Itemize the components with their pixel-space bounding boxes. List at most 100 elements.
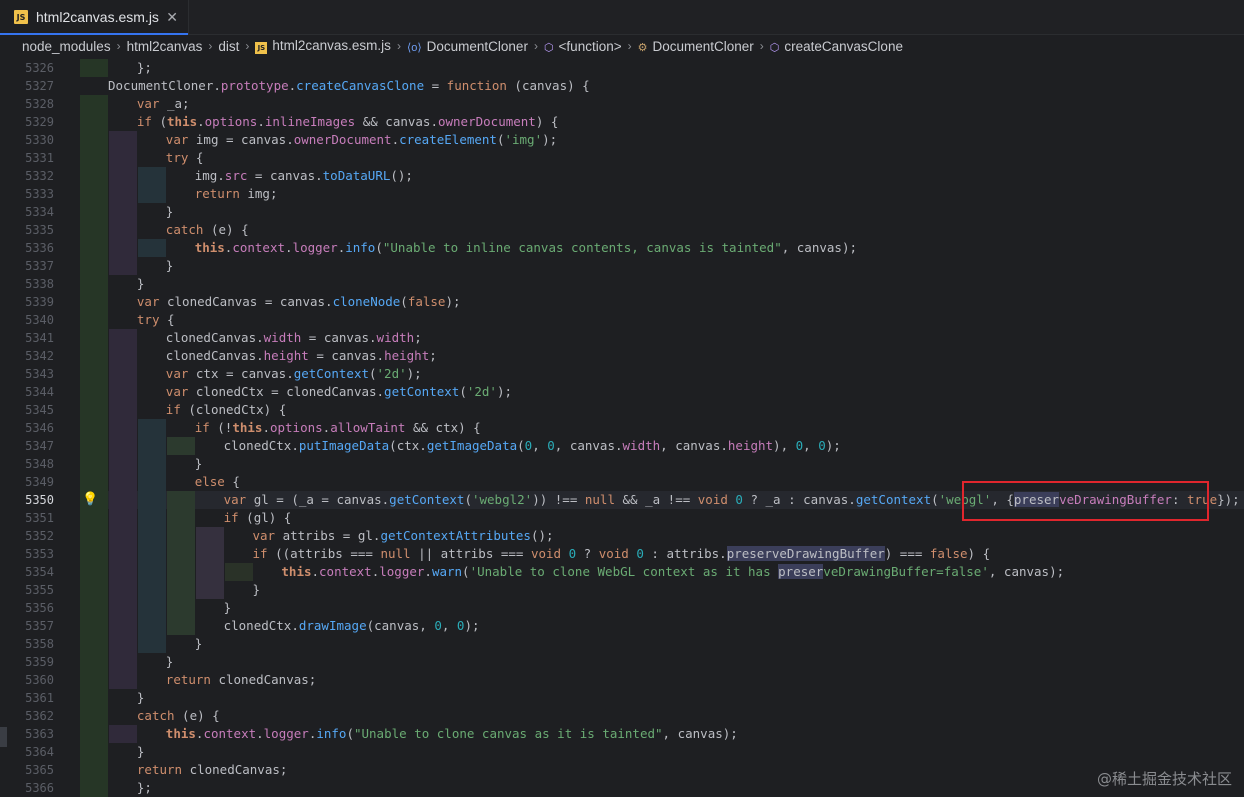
code-line[interactable]: 5343 var ctx = canvas.getContext('2d'); [0,365,1244,383]
code-token: veDrawingBuffer [1059,492,1172,507]
code-line[interactable]: 5359} [0,653,1244,671]
line-number: 5346 [25,421,54,435]
code-line[interactable]: 5360 return clonedCanvas; [0,671,1244,689]
lightbulb-icon[interactable]: 💡 [82,491,98,509]
indent-guide [166,599,195,617]
code-line[interactable]: 5357 clonedCtx.drawImage(canvas, 0, 0); [0,617,1244,635]
code-token: . [213,78,221,93]
line-number: 5345 [25,403,54,417]
tab-title: html2canvas.esm.js [36,9,159,25]
code-line[interactable]: 5346 if (!this.options.allowTaint && ctx)… [0,419,1244,437]
code-token: ); [496,384,513,399]
code-line[interactable]: 5337} [0,257,1244,275]
code-line[interactable]: 5328 var _a; [0,95,1244,113]
js-file-icon: JS [14,10,28,24]
indent-guide [80,473,108,491]
code-line[interactable]: 5347 clonedCtx.putImageData(ctx.getImageD… [0,437,1244,455]
code-line[interactable]: 5352 var attribs = gl.getContextAttribute… [0,527,1244,545]
code-text: var clonedCtx = clonedCanvas.getContext(… [166,383,512,401]
code-line[interactable]: 5350 💡 var gl = (_a = canvas.getContext('w… [0,491,1244,509]
code-line[interactable]: 5364} [0,743,1244,761]
breadcrumb-label: DocumentCloner [652,38,754,54]
indent-guide [108,221,137,239]
code-line[interactable]: 5353 if ((attribs === null || attribs ===… [0,545,1244,563]
code-line[interactable]: 5333 return img; [0,185,1244,203]
close-icon[interactable]: ✕ [166,9,178,26]
code-line[interactable]: 5335 catch (e) { [0,221,1244,239]
indent-guide [137,473,166,491]
indent-guide [80,329,108,347]
breadcrumb-item[interactable]: ⬡ createCanvasClone [770,39,903,54]
code-token: 'img' [504,132,543,147]
code-line[interactable]: 5338} [0,275,1244,293]
code-token: allowTaint [330,420,406,435]
code-token: { [224,474,240,489]
code-line[interactable]: 5331 try { [0,149,1244,167]
code-token: var [252,528,276,543]
code-line[interactable]: 5361} [0,689,1244,707]
code-token: } [194,456,203,471]
indent-guide [108,527,137,545]
code-line[interactable]: 5332 img.src = canvas.toDataURL(); [0,167,1244,185]
code-line[interactable]: 5351 if (gl) { [0,509,1244,527]
code-token: 0 [434,618,442,633]
code-token: } [136,744,145,759]
code-token: void [598,546,629,561]
breadcrumb-item[interactable]: ⟨o⟩ DocumentCloner [407,39,528,54]
code-line[interactable]: 5362 catch (e) { [0,707,1244,725]
code-line[interactable]: 5327 DocumentCloner.prototype.createCanva… [0,77,1244,95]
code-line[interactable]: 5354 this.context.logger.warn('Unable to … [0,563,1244,581]
breadcrumb-item[interactable]: dist [218,39,239,54]
breadcrumb-item[interactable]: node_modules [22,39,111,54]
line-number: 5331 [25,151,54,165]
code-line[interactable]: 5326}; [0,59,1244,77]
code-line[interactable]: 5344 var clonedCtx = clonedCanvas.getCont… [0,383,1244,401]
code-line[interactable]: 5348} [0,455,1244,473]
code-text: if ((attribs === null || attribs === voi… [253,545,990,563]
code-line[interactable]: 5366}; [0,779,1244,797]
line-number: 5353 [25,547,54,561]
code-line[interactable]: 5342 clonedCanvas.height = canvas.height; [0,347,1244,365]
line-number: 5334 [25,205,54,219]
breadcrumb-item[interactable]: JS html2canvas.esm.js [255,38,391,54]
code-line[interactable]: 5340 try { [0,311,1244,329]
code-line[interactable]: 5355} [0,581,1244,599]
tab-html2canvas-esm-js[interactable]: JS html2canvas.esm.js ✕ [0,0,189,35]
code-token: , [441,618,457,633]
code-line[interactable]: 5358} [0,635,1244,653]
code-line[interactable]: 5336 this.context.logger.info("Unable to … [0,239,1244,257]
indent-guide [108,617,137,635]
indent-guide [108,725,137,743]
indent-guide [137,527,166,545]
code-token: && _a !== [614,492,698,507]
code-line[interactable]: 5349 else { [0,473,1244,491]
indent-guide [137,617,166,635]
code-line[interactable]: 5363 this.context.logger.info("Unable to … [0,725,1244,743]
code-token: inlineImages [264,114,356,129]
code-token: (clonedCtx) { [180,402,287,417]
code-token: logger [263,726,309,741]
code-token: ( [151,114,168,129]
code-line[interactable]: 5339 var clonedCanvas = canvas.cloneNode(… [0,293,1244,311]
line-number: 5347 [25,439,54,453]
code-text: return clonedCanvas; [166,671,317,689]
code-line[interactable]: 5334} [0,203,1244,221]
indent-guide [137,239,166,257]
code-line[interactable]: 5329 if (this.options.inlineImages && can… [0,113,1244,131]
code-text: this.context.logger.info("Unable to inli… [195,239,857,257]
code-token: ctx = canvas. [188,366,294,381]
code-editor[interactable]: 5326}; 5327 DocumentCloner.prototype.creat… [0,59,1244,797]
breadcrumb-item[interactable]: ⚙ DocumentCloner [638,39,754,54]
code-token: var [165,366,189,381]
code-line[interactable]: 5356} [0,599,1244,617]
code-line[interactable]: 5345 if (clonedCtx) { [0,401,1244,419]
code-text: } [253,581,261,599]
code-token: ( [462,564,470,579]
code-line[interactable]: 5341 clonedCanvas.width = canvas.width; [0,329,1244,347]
breadcrumb-item[interactable]: html2canvas [127,39,203,54]
indent-guide [137,455,166,473]
code-token: getContext [293,366,369,381]
code-line[interactable]: 5330 var img = canvas.ownerDocument.creat… [0,131,1244,149]
code-line[interactable]: 5365 return clonedCanvas; [0,761,1244,779]
breadcrumb-item[interactable]: ⬡ <function> [544,39,622,54]
